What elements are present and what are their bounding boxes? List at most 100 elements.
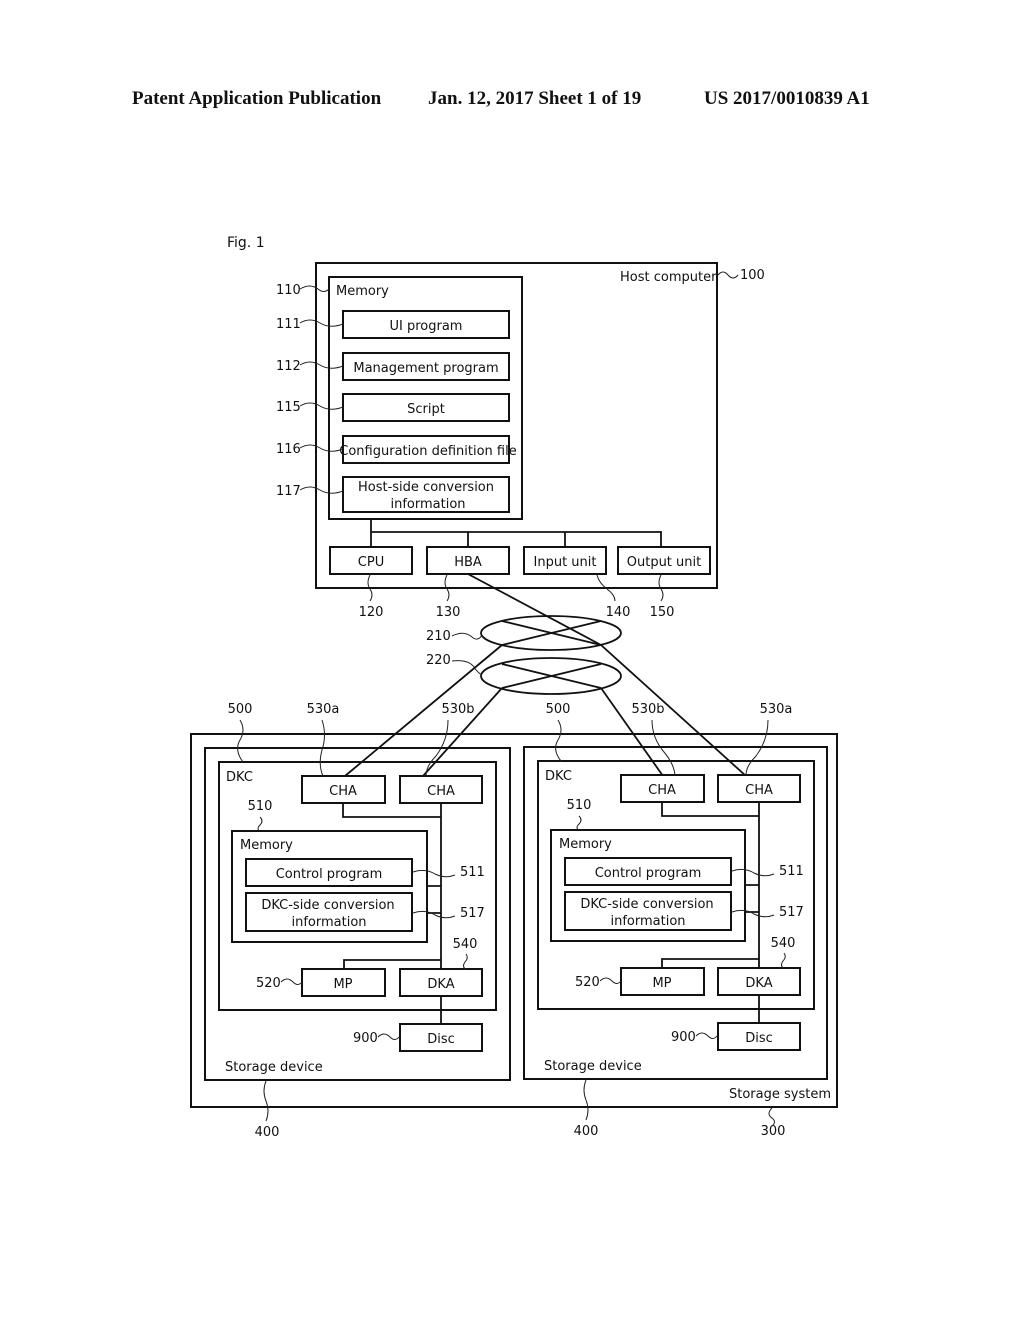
script-label: Script xyxy=(407,402,445,417)
cha-label: CHA xyxy=(329,784,357,799)
host-side-conversion-label-2: information xyxy=(390,497,465,512)
ref-400: 400 xyxy=(255,1125,280,1140)
ref-530a: 530a xyxy=(760,702,793,717)
host-computer: Host computer 100 Memory 110 UI program … xyxy=(276,262,765,620)
ref-112: 112 xyxy=(276,359,301,374)
mp-label: MP xyxy=(652,976,671,991)
ref-leader-510 xyxy=(257,816,263,832)
storage-system-title: Storage system xyxy=(729,1087,831,1102)
cha-label: CHA xyxy=(745,783,773,798)
host-internal-bus xyxy=(370,519,662,547)
host-memory-title: Memory xyxy=(336,284,389,299)
cha-label: CHA xyxy=(427,784,455,799)
disc-label: Disc xyxy=(427,1032,455,1047)
ref-leader-540 xyxy=(463,953,468,970)
ref-900: 900 xyxy=(353,1031,378,1046)
ui-program-label: UI program xyxy=(390,319,463,334)
ref-leader-400 xyxy=(263,1080,269,1122)
ref-530a: 530a xyxy=(307,702,340,717)
ref-leader-400 xyxy=(583,1079,589,1121)
ref-130: 130 xyxy=(436,605,461,620)
ref-leader-220 xyxy=(451,660,483,676)
ref-510: 510 xyxy=(567,798,592,813)
control-program-label: Control program xyxy=(595,866,702,881)
dkc-title: DKC xyxy=(545,769,572,784)
ref-520: 520 xyxy=(575,975,600,990)
dkc-title: DKC xyxy=(226,770,253,785)
ref-leader-112 xyxy=(299,361,344,369)
ref-150: 150 xyxy=(650,605,675,620)
ref-540: 540 xyxy=(453,937,478,952)
output-unit-label: Output unit xyxy=(627,555,701,570)
dka-label: DKA xyxy=(427,977,454,992)
ref-530b: 530b xyxy=(441,702,474,717)
cha-label: CHA xyxy=(648,783,676,798)
ref-400: 400 xyxy=(574,1124,599,1139)
dkc-side-conversion-label-2: information xyxy=(291,915,366,930)
ref-leader-500 xyxy=(237,719,244,763)
ref-leader-540 xyxy=(781,952,786,969)
dkc-side-conversion-label-1: DKC-side conversion xyxy=(580,897,713,912)
ref-540: 540 xyxy=(771,936,796,951)
networks: 210 220 xyxy=(344,573,747,777)
ref-111: 111 xyxy=(276,317,301,332)
storage-device-right: Storage device 400 DKC 500 CHA 530b CHA … xyxy=(523,702,828,1139)
ref-517: 517 xyxy=(779,905,804,920)
ref-leader-900 xyxy=(695,1032,718,1039)
ref-leader-110 xyxy=(299,285,330,292)
dkc-side-conversion-label-2: information xyxy=(610,914,685,929)
ref-leader-111 xyxy=(299,319,344,327)
host-computer-title: Host computer xyxy=(620,270,717,285)
link-hba-210 xyxy=(467,573,602,646)
ref-500: 500 xyxy=(546,702,571,717)
ref-116: 116 xyxy=(276,442,301,457)
ref-leader-520 xyxy=(599,977,622,984)
ref-leader-511 xyxy=(412,869,456,878)
ref-140: 140 xyxy=(606,605,631,620)
ref-leader-510 xyxy=(576,815,582,831)
ref-leader-511 xyxy=(731,868,775,877)
ref-511: 511 xyxy=(460,865,485,880)
ref-117: 117 xyxy=(276,484,301,499)
storage-device-title: Storage device xyxy=(225,1060,323,1075)
ref-300: 300 xyxy=(761,1124,786,1139)
ref-leader-210 xyxy=(451,632,483,640)
storage-device-left: Storage device 400 DKC 500 CHA 530a CHA … xyxy=(204,702,511,1140)
ref-leader-500 xyxy=(555,719,562,762)
ref-120: 120 xyxy=(359,605,384,620)
hba-label: HBA xyxy=(454,555,482,570)
input-unit-label: Input unit xyxy=(534,555,597,570)
ref-511: 511 xyxy=(779,864,804,879)
dkc-side-conversion-label-1: DKC-side conversion xyxy=(261,898,394,913)
ref-900: 900 xyxy=(671,1030,696,1045)
dkc-memory-title: Memory xyxy=(559,837,612,852)
ref-leader-116 xyxy=(299,444,344,452)
ref-leader-100 xyxy=(717,271,739,279)
storage-device-title: Storage device xyxy=(544,1059,642,1074)
host-side-conversion-label-1: Host-side conversion xyxy=(358,480,494,495)
link-210-right-cha-a xyxy=(600,644,747,777)
figure-1-diagram: Fig. 1 Host computer 100 Memory 110 UI p… xyxy=(190,235,838,1140)
mp-label: MP xyxy=(333,977,352,992)
control-program-label: Control program xyxy=(276,867,383,882)
ref-100: 100 xyxy=(740,268,765,283)
ref-520: 520 xyxy=(256,976,281,991)
ref-530b: 530b xyxy=(631,702,664,717)
ref-500: 500 xyxy=(228,702,253,717)
ref-510: 510 xyxy=(248,799,273,814)
ref-220: 220 xyxy=(426,653,451,668)
dka-label: DKA xyxy=(745,976,772,991)
ref-115: 115 xyxy=(276,400,301,415)
link-210-left-cha-a xyxy=(344,644,503,777)
ref-210: 210 xyxy=(426,629,451,644)
cpu-label: CPU xyxy=(358,555,384,570)
ref-leader-520 xyxy=(280,978,303,985)
dkc-memory-title: Memory xyxy=(240,838,293,853)
network-210-cross xyxy=(501,620,602,646)
network-220-cross xyxy=(501,663,602,689)
management-program-label: Management program xyxy=(353,361,498,376)
ref-leader-117 xyxy=(299,486,344,494)
ref-leader-115 xyxy=(299,402,344,410)
ref-110: 110 xyxy=(276,283,301,298)
configuration-definition-file-label: Configuration definition file xyxy=(339,444,516,459)
